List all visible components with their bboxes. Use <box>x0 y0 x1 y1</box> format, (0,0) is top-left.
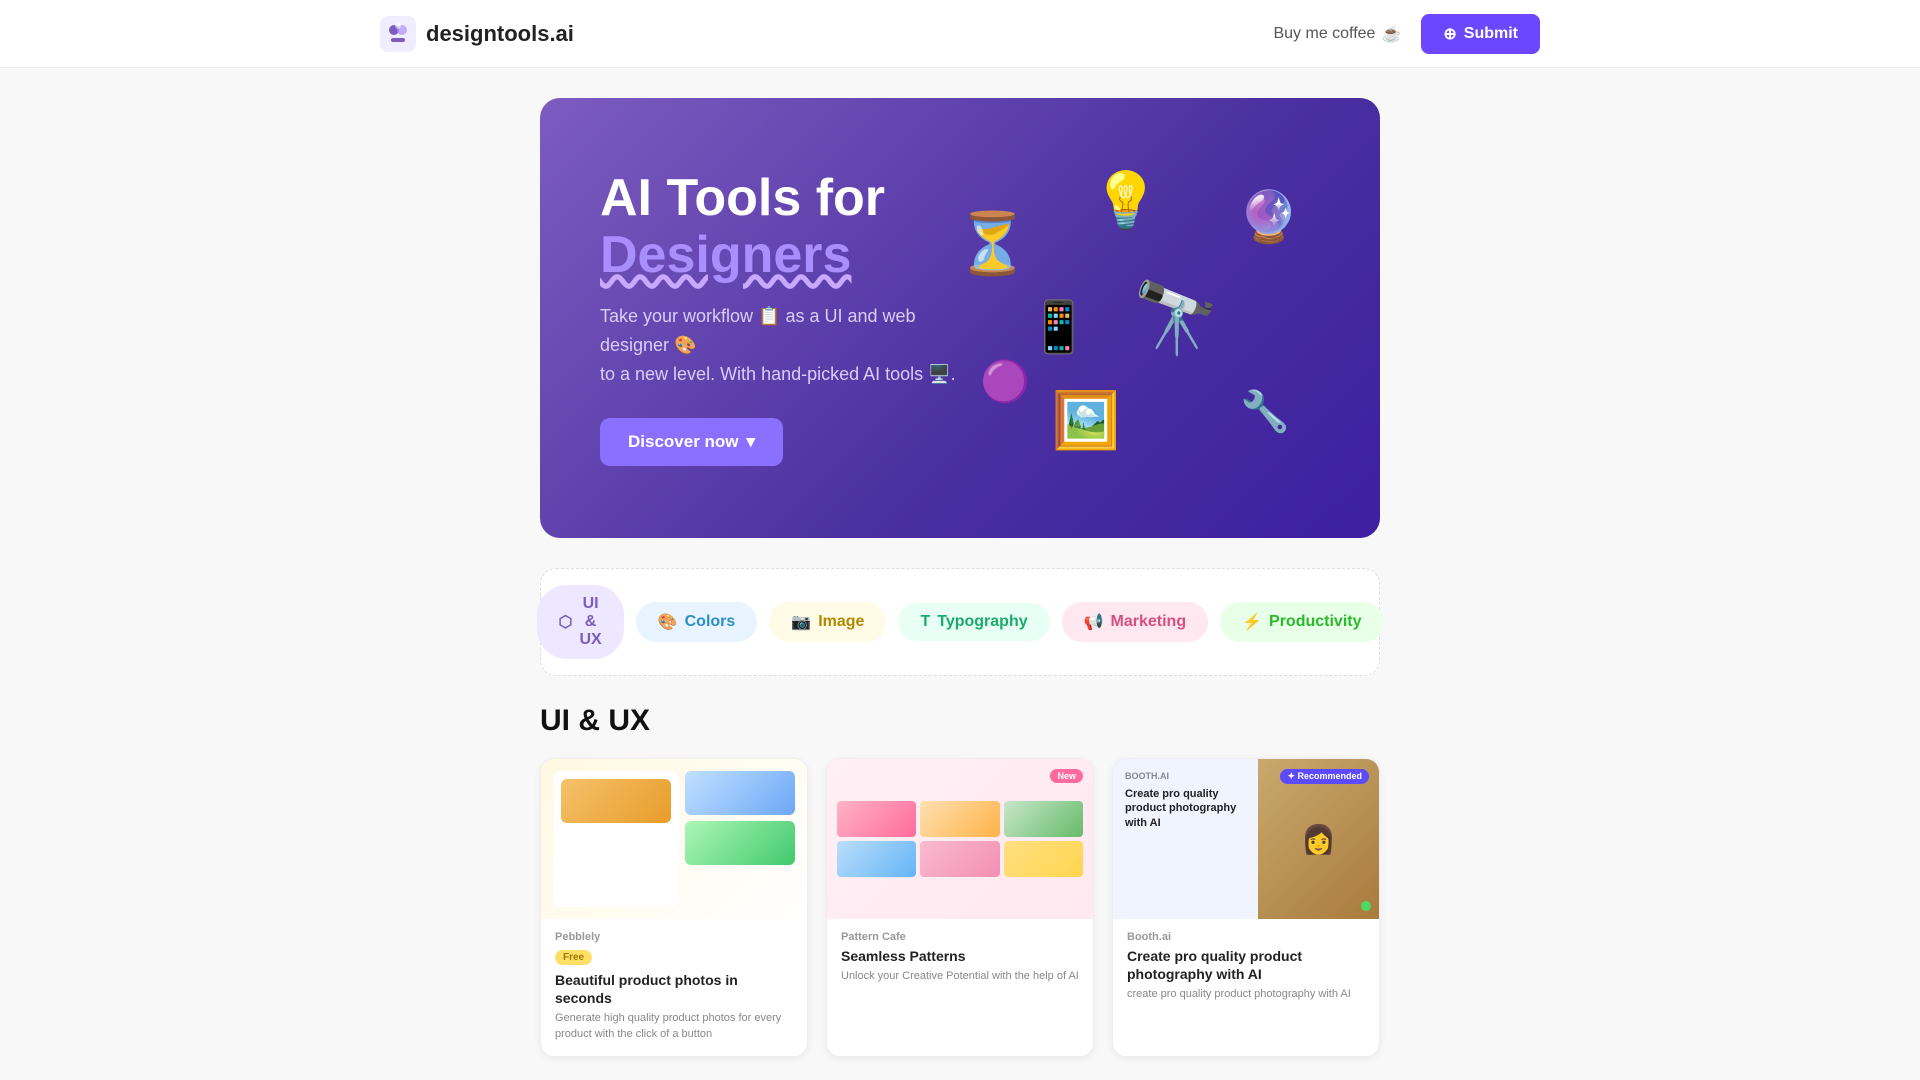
hero-description: Take your workflow 📋 as a UI and web des… <box>600 302 960 388</box>
logo-area: designtools.ai <box>380 16 574 52</box>
card-pebblely[interactable]: Pebblely Free Beautiful product photos i… <box>540 758 808 1057</box>
pattern-cell-5 <box>920 841 999 877</box>
card3-left-panel: BOOTH.AI Create pro quality product phot… <box>1113 759 1258 919</box>
category-bar-wrap: ⬡ UI & UX 🎨 Colors 📷 Image T Typography … <box>540 568 1380 676</box>
hero-image-area: 💡 ⏳ 🟣 🔮 🔭 🖼️ 🔧 📱 <box>960 158 1320 478</box>
magnet-icon: 🔮 <box>1238 188 1300 247</box>
marketing-icon: 📢 <box>1084 612 1104 632</box>
card1-title: Beautiful product photos in seconds <box>555 971 793 1007</box>
category-productivity[interactable]: ⚡ Productivity <box>1220 602 1383 642</box>
card2-site-name: Pattern Cafe <box>841 931 1079 943</box>
hourglass-icon: ⏳ <box>955 208 1030 279</box>
image-label: Image <box>818 613 864 631</box>
typography-label: Typography <box>937 613 1027 631</box>
card1-info: Pebblely Free Beautiful product photos i… <box>541 919 807 1056</box>
pattern-cell-3 <box>1004 801 1083 837</box>
phone-icon: 📱 <box>1028 298 1090 357</box>
ui-ux-section: UI & UX <box>540 704 1380 1057</box>
pattern-cell-4 <box>837 841 916 877</box>
buy-coffee-label: Buy me coffee <box>1273 25 1375 43</box>
card-pattern-cafe-image: New <box>827 759 1093 919</box>
productivity-icon: ⚡ <box>1242 612 1262 632</box>
card2-info: Pattern Cafe Seamless Patterns Unlock yo… <box>827 919 1093 999</box>
tools-icon: 🔧 <box>1240 388 1290 435</box>
header: designtools.ai Buy me coffee ☕ ⊕ Submit <box>0 0 1920 68</box>
card3-badge: ✦ Recommended <box>1280 769 1369 784</box>
ui-icon: ⬡ <box>559 612 573 632</box>
category-colors[interactable]: 🎨 Colors <box>636 602 758 642</box>
discover-label: Discover now <box>628 432 739 452</box>
hero-title-highlight: Designers <box>600 226 851 284</box>
category-ui-ux[interactable]: ⬡ UI & UX <box>537 585 624 659</box>
logo-text: designtools.ai <box>426 21 574 47</box>
hero-banner: AI Tools for Designers Take your workflo… <box>540 98 1380 538</box>
bulb-icon: 💡 <box>1092 168 1160 233</box>
section-title: UI & UX <box>540 704 1380 738</box>
marketing-label: Marketing <box>1111 613 1187 631</box>
submit-button[interactable]: ⊕ Submit <box>1421 14 1540 54</box>
productivity-label: Productivity <box>1269 613 1361 631</box>
card3-desc: create pro quality product photography w… <box>1127 987 1365 1002</box>
card1-photo3 <box>685 821 795 865</box>
card1-photo1 <box>561 779 671 823</box>
header-right: Buy me coffee ☕ ⊕ Submit <box>1273 14 1540 54</box>
card1-left-panel <box>553 771 679 907</box>
hero-text-block: AI Tools for Designers Take your workflo… <box>600 170 960 467</box>
card1-right-panel <box>685 771 795 907</box>
card1-photo2 <box>685 771 795 815</box>
typography-icon: T <box>920 613 930 631</box>
card-booth-ai-image: BOOTH.AI Create pro quality product phot… <box>1113 759 1379 919</box>
pattern-cell-6 <box>1004 841 1083 877</box>
card3-sub-label: BOOTH.AI <box>1125 771 1246 781</box>
card1-site-name: Pebblely <box>555 931 793 943</box>
category-image[interactable]: 📷 Image <box>769 602 886 642</box>
card1-badge: Free <box>555 950 592 965</box>
category-typography[interactable]: T Typography <box>898 603 1049 641</box>
buy-coffee-link[interactable]: Buy me coffee ☕ <box>1273 24 1401 44</box>
pattern-cell-1 <box>837 801 916 837</box>
category-marketing[interactable]: 📢 Marketing <box>1062 602 1209 642</box>
card1-desc: Generate high quality product photos for… <box>555 1011 793 1042</box>
hero-title: AI Tools for Designers <box>600 170 960 284</box>
submit-label: Submit <box>1464 25 1518 43</box>
card3-info: Booth.ai Create pro quality product phot… <box>1113 919 1379 1017</box>
pattern-cell-2 <box>920 801 999 837</box>
card-pebblely-image <box>541 759 807 919</box>
coffee-icon: ☕ <box>1381 24 1401 44</box>
card3-heading: Create pro quality product photography w… <box>1125 787 1246 830</box>
card2-desc: Unlock your Creative Potential with the … <box>841 969 1079 984</box>
card2-bg: New <box>827 759 1093 919</box>
colors-icon: 🎨 <box>658 612 678 632</box>
card3-bg: BOOTH.AI Create pro quality product phot… <box>1113 759 1379 919</box>
picture-icon: 🖼️ <box>1052 388 1120 453</box>
lens-icon: 🔭 <box>1133 278 1220 360</box>
ui-label: UI & UX <box>579 595 601 649</box>
image-icon: 📷 <box>791 612 811 632</box>
category-bar: ⬡ UI & UX 🎨 Colors 📷 Image T Typography … <box>540 568 1380 676</box>
pattern-grid <box>827 791 1093 887</box>
cards-grid: Pebblely Free Beautiful product photos i… <box>540 758 1380 1057</box>
card3-green-dot <box>1361 901 1371 911</box>
card-booth-ai[interactable]: BOOTH.AI Create pro quality product phot… <box>1112 758 1380 1057</box>
card1-bg <box>541 759 807 919</box>
card2-title: Seamless Patterns <box>841 947 1079 965</box>
submit-icon: ⊕ <box>1443 24 1456 44</box>
card-pattern-cafe[interactable]: New Pattern Cafe Seamless Patterns Unloc… <box>826 758 1094 1057</box>
logo-icon <box>380 16 416 52</box>
card2-new-badge: New <box>1050 769 1083 783</box>
card3-site-name: Booth.ai <box>1127 931 1365 943</box>
discover-chevron: ▾ <box>747 432 756 452</box>
colors-label: Colors <box>685 613 736 631</box>
card3-title: Create pro quality product photography w… <box>1127 947 1365 983</box>
orbs-icon: 🟣 <box>980 358 1030 405</box>
discover-button[interactable]: Discover now ▾ <box>600 418 783 466</box>
